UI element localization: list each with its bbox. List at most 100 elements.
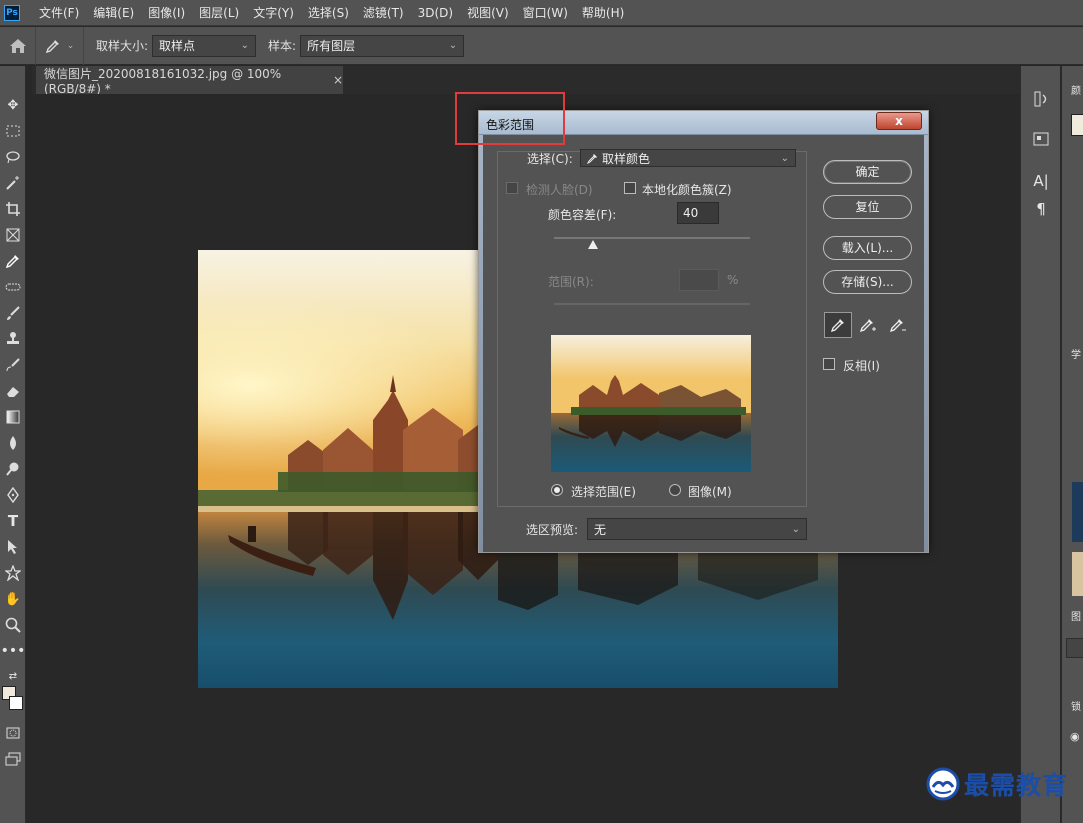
fuzziness-input[interactable]: 40 (677, 202, 719, 224)
load-button[interactable]: 载入(L)... (823, 236, 912, 260)
eyedropper-tool-preset[interactable]: ⌄ (36, 26, 84, 65)
selection-preview-label: 选区预览: (526, 523, 579, 537)
frame-tool-icon[interactable] (4, 226, 22, 244)
close-icon[interactable]: × (333, 73, 343, 87)
path-selection-tool-icon[interactable] (4, 538, 22, 556)
menu-file[interactable]: 文件(F) (32, 4, 86, 21)
dialog-left-frame (479, 135, 483, 552)
blur-tool-icon[interactable] (4, 434, 22, 452)
right-panel-dock: A| ¶ (1020, 66, 1060, 823)
home-icon[interactable] (0, 26, 36, 65)
menu-edit[interactable]: 编辑(E) (86, 4, 141, 21)
character-panel-icon[interactable]: A| (1031, 172, 1051, 192)
eraser-tool-icon[interactable] (4, 382, 22, 400)
healing-brush-tool-icon[interactable] (4, 278, 22, 296)
menu-help[interactable]: 帮助(H) (575, 4, 631, 21)
ok-button[interactable]: 确定 (823, 160, 912, 184)
color-swatch[interactable] (1071, 114, 1083, 136)
eyedropper-icon (45, 39, 59, 53)
menu-filter[interactable]: 滤镜(T) (356, 4, 411, 21)
eyedropper-add-button[interactable] (854, 312, 882, 338)
sample-size-select[interactable]: 取样点 ⌄ (152, 34, 257, 57)
learn-panel-label: 学 (1071, 350, 1081, 361)
fuzziness-slider-thumb[interactable] (588, 240, 599, 249)
more-tools-icon[interactable]: ••• (1, 642, 26, 660)
invert-checkbox[interactable] (823, 358, 835, 370)
fuzziness-label: 颜色容差(F): (548, 208, 617, 222)
menu-view[interactable]: 视图(V) (460, 4, 516, 21)
tools-panel: ✥ T ✋ ••• ⇄ (0, 66, 26, 823)
menu-select[interactable]: 选择(S) (301, 4, 356, 21)
background-color-swatch[interactable] (9, 696, 23, 710)
selection-preview[interactable] (551, 335, 751, 472)
invert-label: 反相(I) (843, 359, 880, 373)
layer-search-icon[interactable] (1066, 638, 1083, 658)
photoshop-logo-icon: Ps (4, 4, 20, 21)
dialog-close-button[interactable]: x (876, 112, 922, 130)
eye-icon[interactable]: ◉ (1070, 730, 1080, 743)
brush-tool-icon[interactable] (4, 304, 22, 322)
menu-bar: Ps 文件(F) 编辑(E) 图像(I) 图层(L) 文字(Y) 选择(S) 滤… (0, 0, 1083, 26)
brand-logo-icon (926, 767, 960, 801)
selection-preview-dropdown[interactable]: 无 ⌄ (587, 518, 807, 540)
quick-mask-icon[interactable] (4, 724, 22, 742)
image-radio[interactable] (669, 484, 681, 496)
sample-select[interactable]: 所有图层 ⌄ (300, 34, 465, 57)
clone-stamp-tool-icon[interactable] (4, 330, 22, 348)
menu-type[interactable]: 文字(Y) (246, 4, 301, 21)
menu-window[interactable]: 窗口(W) (516, 4, 575, 21)
lasso-tool-icon[interactable] (4, 148, 22, 166)
screen-mode-icon[interactable] (4, 750, 22, 768)
dodge-tool-icon[interactable] (4, 460, 22, 478)
selection-radio[interactable] (551, 484, 563, 496)
pen-tool-icon[interactable] (4, 486, 22, 504)
detect-faces-checkbox[interactable] (506, 182, 518, 194)
save-button[interactable]: 存储(S)... (823, 270, 912, 294)
eyedropper-subtract-button[interactable] (884, 312, 912, 338)
hand-tool-icon[interactable]: ✋ (4, 590, 22, 608)
magic-wand-tool-icon[interactable] (4, 174, 22, 192)
chevron-down-icon: ⌄ (240, 40, 250, 51)
localized-clusters-label: 本地化颜色簇(Z) (642, 183, 732, 197)
range-input[interactable] (679, 269, 719, 291)
learn-thumbnail[interactable] (1072, 482, 1083, 542)
eyedropper-tool-icon[interactable] (4, 252, 22, 270)
crop-tool-icon[interactable] (4, 200, 22, 218)
document-tab[interactable]: 微信图片_20200818161032.jpg @ 100%(RGB/8#) *… (36, 66, 344, 96)
zoom-tool-icon[interactable] (4, 616, 22, 634)
detect-faces-label: 检测人脸(D) (526, 183, 593, 197)
chevron-down-icon: ⌄ (66, 40, 75, 51)
range-slider-track[interactable] (554, 303, 750, 305)
fuzziness-slider-track[interactable] (554, 237, 750, 239)
document-tab-bar: 微信图片_20200818161032.jpg @ 100%(RGB/8#) *… (32, 66, 1020, 96)
properties-panel-icon[interactable] (1031, 130, 1051, 150)
brand-watermark-text: 最需教育 (964, 771, 1069, 800)
paragraph-panel-icon[interactable]: ¶ (1031, 200, 1051, 220)
menu-3d[interactable]: 3D(D) (411, 6, 460, 20)
custom-shape-tool-icon[interactable] (4, 564, 22, 582)
history-panel-icon[interactable] (1031, 90, 1051, 110)
learn-thumbnail[interactable] (1072, 552, 1083, 596)
marquee-tool-icon[interactable] (4, 122, 22, 140)
gradient-tool-icon[interactable] (4, 408, 22, 426)
range-unit: % (727, 273, 739, 287)
move-tool-icon[interactable]: ✥ (4, 96, 22, 114)
swap-colors-icon[interactable]: ⇄ (4, 667, 22, 685)
document-tab-title: 微信图片_20200818161032.jpg @ 100%(RGB/8#) * (44, 66, 282, 96)
lock-label: 锁 (1071, 702, 1081, 713)
eyedropper-sample-button[interactable] (824, 312, 852, 338)
history-brush-tool-icon[interactable] (4, 356, 22, 374)
menu-layer[interactable]: 图层(L) (192, 4, 246, 21)
chevron-down-icon: ⌄ (780, 152, 789, 164)
dialog-right-frame (924, 135, 928, 552)
type-tool-icon[interactable]: T (4, 512, 22, 530)
eyedropper-icon (830, 319, 844, 333)
reset-button[interactable]: 复位 (823, 195, 912, 219)
selection-preview-value: 无 (594, 522, 607, 537)
localized-clusters-checkbox[interactable] (624, 182, 636, 194)
sample-size-value: 取样点 (159, 39, 196, 53)
selection-radio-label: 选择范围(E) (571, 485, 636, 499)
select-dropdown[interactable]: 取样颜色 ⌄ (580, 149, 796, 167)
menu-image[interactable]: 图像(I) (141, 4, 192, 21)
select-label: 选择(C): (527, 152, 573, 166)
